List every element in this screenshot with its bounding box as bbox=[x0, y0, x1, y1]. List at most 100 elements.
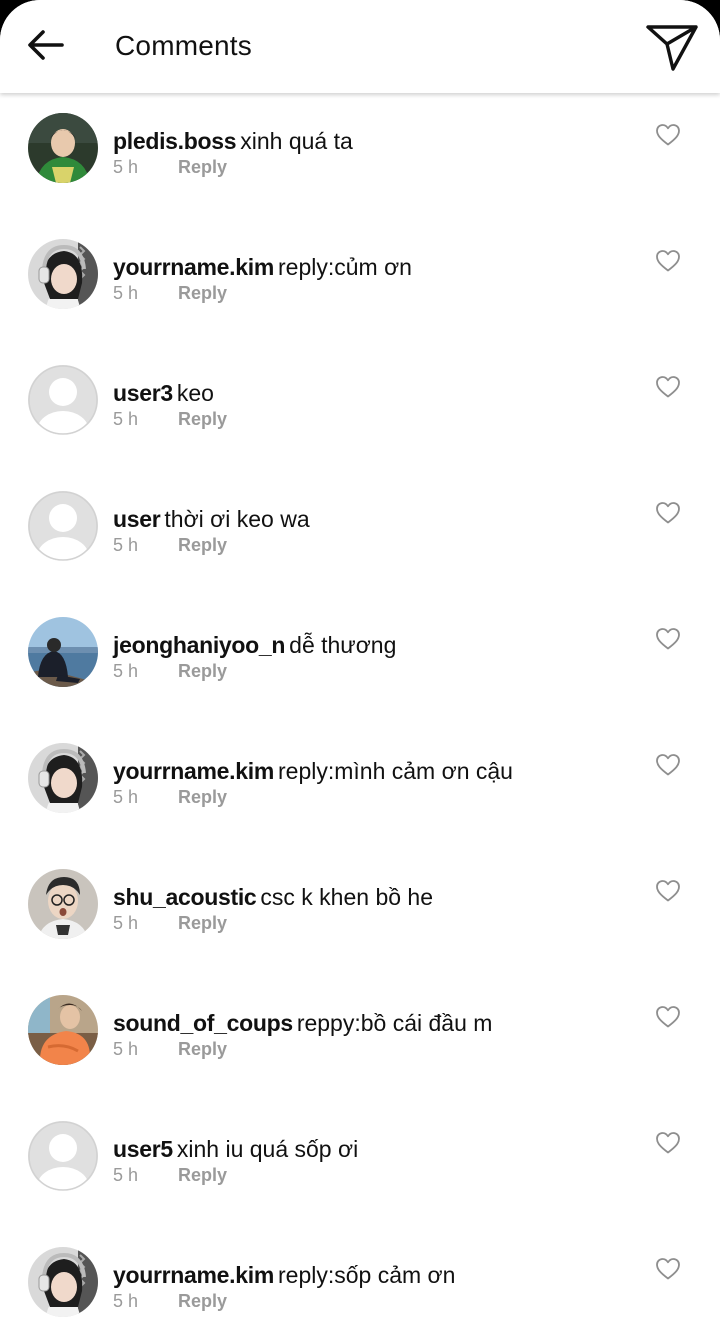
comment-username[interactable]: sound_of_coups bbox=[113, 1010, 293, 1036]
comment-line: user3 keo bbox=[113, 379, 633, 407]
avatar[interactable] bbox=[28, 617, 98, 687]
comment-time: 5 h bbox=[113, 157, 139, 177]
comment-time: 5 h bbox=[113, 409, 139, 429]
reply-button[interactable]: Reply bbox=[178, 913, 227, 933]
comment-text: dễ thương bbox=[289, 632, 397, 658]
comment-body: user5 xinh iu quá sốp ơi 5 h Reply bbox=[113, 1135, 633, 1186]
comment-text: reply:sốp cảm ơn bbox=[278, 1262, 456, 1288]
comment-username[interactable]: user3 bbox=[113, 380, 173, 406]
comment-time: 5 h bbox=[113, 913, 139, 933]
comment-username[interactable]: pledis.boss bbox=[113, 128, 237, 154]
comment-text: csc k khen bồ he bbox=[260, 884, 434, 910]
comment-item: yourrname.kim reply:củm ơn 5 h Reply bbox=[0, 219, 720, 345]
comment-line: shu_acoustic csc k khen bồ he bbox=[113, 883, 633, 911]
paper-plane-icon bbox=[645, 23, 699, 78]
reply-button[interactable]: Reply bbox=[178, 1291, 227, 1311]
comment-username[interactable]: user5 bbox=[113, 1136, 173, 1162]
comment-time: 5 h bbox=[113, 283, 139, 303]
comments-screen: Comments pledis.boss xinh quá ta 5 h Reply y… bbox=[0, 0, 720, 1340]
default-avatar-icon[interactable] bbox=[28, 491, 98, 561]
comment-body: yourrname.kim reply:sốp cảm ơn 5 h Reply bbox=[113, 1261, 633, 1312]
like-button[interactable] bbox=[653, 249, 683, 277]
comment-line: user5 xinh iu quá sốp ơi bbox=[113, 1135, 633, 1163]
reply-button[interactable]: Reply bbox=[178, 1039, 227, 1059]
comment-line: yourrname.kim reply:củm ơn bbox=[113, 253, 633, 281]
avatar[interactable] bbox=[28, 239, 98, 309]
comment-username[interactable]: user bbox=[113, 506, 161, 532]
reply-button[interactable]: Reply bbox=[178, 787, 227, 807]
reply-button[interactable]: Reply bbox=[178, 283, 227, 303]
avatar[interactable] bbox=[28, 995, 98, 1065]
back-button[interactable] bbox=[24, 26, 66, 68]
comment-meta: 5 h Reply bbox=[113, 1290, 633, 1312]
comment-time: 5 h bbox=[113, 1165, 139, 1185]
comment-meta: 5 h Reply bbox=[113, 408, 633, 430]
comment-line: yourrname.kim reply:mình cảm ơn cậu bbox=[113, 757, 633, 785]
like-button[interactable] bbox=[653, 123, 683, 151]
comment-text: thời ơi keo wa bbox=[164, 506, 310, 532]
like-button[interactable] bbox=[653, 1005, 683, 1033]
comment-item: user5 xinh iu quá sốp ơi 5 h Reply bbox=[0, 1101, 720, 1227]
reply-button[interactable]: Reply bbox=[178, 157, 227, 177]
avatar[interactable] bbox=[28, 743, 98, 813]
comment-meta: 5 h Reply bbox=[113, 282, 633, 304]
heart-icon bbox=[655, 627, 681, 656]
reply-button[interactable]: Reply bbox=[178, 409, 227, 429]
comment-time: 5 h bbox=[113, 787, 139, 807]
like-button[interactable] bbox=[653, 375, 683, 403]
comment-text: xinh quá ta bbox=[240, 128, 353, 154]
comment-body: shu_acoustic csc k khen bồ he 5 h Reply bbox=[113, 883, 633, 934]
page-title: Comments bbox=[115, 30, 252, 61]
comment-body: user thời ơi keo wa 5 h Reply bbox=[113, 505, 633, 556]
comment-username[interactable]: yourrname.kim bbox=[113, 1262, 274, 1288]
share-button[interactable] bbox=[644, 24, 700, 76]
comment-time: 5 h bbox=[113, 1039, 139, 1059]
avatar[interactable] bbox=[28, 1247, 98, 1317]
comment-username[interactable]: yourrname.kim bbox=[113, 254, 274, 280]
heart-icon bbox=[655, 753, 681, 782]
comment-body: user3 keo 5 h Reply bbox=[113, 379, 633, 430]
comment-item: jeonghaniyoo_n dễ thương 5 h Reply bbox=[0, 597, 720, 723]
like-button[interactable] bbox=[653, 1131, 683, 1159]
avatar[interactable] bbox=[28, 869, 98, 939]
comment-time: 5 h bbox=[113, 535, 139, 555]
comment-meta: 5 h Reply bbox=[113, 1038, 633, 1060]
comment-item: pledis.boss xinh quá ta 5 h Reply bbox=[0, 93, 720, 219]
comment-item: user3 keo 5 h Reply bbox=[0, 345, 720, 471]
comment-username[interactable]: jeonghaniyoo_n bbox=[113, 632, 285, 658]
comment-line: jeonghaniyoo_n dễ thương bbox=[113, 631, 633, 659]
like-button[interactable] bbox=[653, 627, 683, 655]
heart-icon bbox=[655, 375, 681, 404]
reply-button[interactable]: Reply bbox=[178, 661, 227, 681]
comment-meta: 5 h Reply bbox=[113, 534, 633, 556]
comment-text: keo bbox=[176, 380, 214, 406]
comment-line: pledis.boss xinh quá ta bbox=[113, 127, 633, 155]
heart-icon bbox=[655, 501, 681, 530]
avatar[interactable] bbox=[28, 113, 98, 183]
comment-body: pledis.boss xinh quá ta 5 h Reply bbox=[113, 127, 633, 178]
comment-item: user thời ơi keo wa 5 h Reply bbox=[0, 471, 720, 597]
comment-username[interactable]: shu_acoustic bbox=[113, 884, 257, 910]
comment-text: reply:củm ơn bbox=[278, 254, 412, 280]
arrow-left-icon bbox=[26, 29, 64, 66]
comment-meta: 5 h Reply bbox=[113, 660, 633, 682]
default-avatar-icon[interactable] bbox=[28, 365, 98, 435]
header-bar: Comments bbox=[0, 0, 720, 93]
heart-icon bbox=[655, 1131, 681, 1160]
comment-time: 5 h bbox=[113, 661, 139, 681]
like-button[interactable] bbox=[653, 753, 683, 781]
reply-button[interactable]: Reply bbox=[178, 1165, 227, 1185]
like-button[interactable] bbox=[653, 1257, 683, 1285]
comment-body: yourrname.kim reply:mình cảm ơn cậu 5 h Rep… bbox=[113, 757, 633, 808]
comment-meta: 5 h Reply bbox=[113, 912, 633, 934]
heart-icon bbox=[655, 1257, 681, 1286]
like-button[interactable] bbox=[653, 501, 683, 529]
comment-body: jeonghaniyoo_n dễ thương 5 h Reply bbox=[113, 631, 633, 682]
reply-button[interactable]: Reply bbox=[178, 535, 227, 555]
like-button[interactable] bbox=[653, 879, 683, 907]
default-avatar-icon[interactable] bbox=[28, 1121, 98, 1191]
heart-icon bbox=[655, 879, 681, 908]
comment-username[interactable]: yourrname.kim bbox=[113, 758, 274, 784]
comment-meta: 5 h Reply bbox=[113, 786, 633, 808]
comment-body: sound_of_coups reppy:bồ cái đầu m5 h Reply bbox=[113, 1009, 633, 1060]
